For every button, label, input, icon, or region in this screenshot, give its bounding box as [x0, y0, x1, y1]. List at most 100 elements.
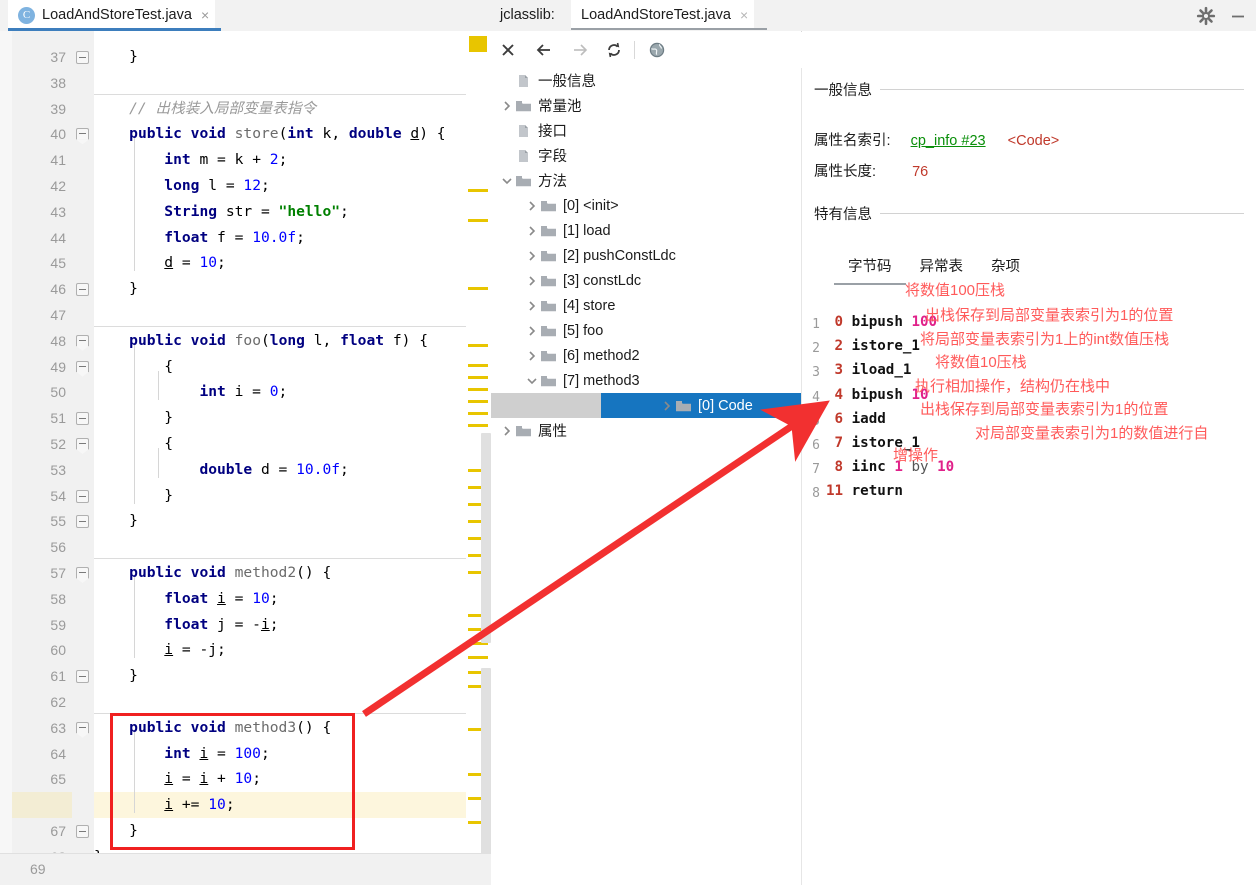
chevron-down-icon[interactable]: [524, 373, 540, 389]
editor-tab-loadandstoretest[interactable]: C LoadAndStoreTest.java ×: [8, 0, 216, 30]
fold-toggle[interactable]: [76, 283, 89, 297]
fold-toggle[interactable]: [76, 128, 89, 140]
tree-item--[interactable]: 一般信息: [491, 68, 801, 93]
general-info-section-header: 一般信息: [814, 79, 1244, 100]
bytecode-instruction[interactable]: 2 istore_1: [826, 339, 920, 353]
tree-item-label: [3] constLdc: [563, 272, 642, 289]
warning-marker[interactable]: [468, 189, 488, 192]
editor-scrollbar-thumb[interactable]: [481, 433, 491, 643]
tree-item--[interactable]: 属性: [491, 418, 801, 443]
chevron-down-icon[interactable]: [499, 173, 515, 189]
code-line[interactable]: float f = 10.0f;: [94, 230, 305, 246]
warning-marker[interactable]: [468, 656, 488, 659]
fold-toggle[interactable]: [76, 825, 89, 838]
chevron-right-icon[interactable]: [524, 198, 540, 214]
gear-icon[interactable]: [1196, 6, 1216, 26]
browse-web-icon[interactable]: [646, 39, 668, 61]
fold-toggle[interactable]: [76, 412, 89, 426]
minimize-icon[interactable]: [1228, 6, 1248, 26]
warning-marker[interactable]: [468, 219, 488, 222]
tree-item--3-constldc[interactable]: [3] constLdc: [491, 268, 801, 293]
tree-item--0-code[interactable]: [0] Code: [601, 393, 801, 418]
bytecode-instruction[interactable]: 6 iadd: [826, 412, 886, 426]
close-icon[interactable]: ×: [740, 7, 748, 23]
line-number: 58: [50, 590, 66, 607]
error-marker[interactable]: [469, 36, 487, 52]
code-line[interactable]: public void method2() {: [94, 565, 331, 581]
code-line[interactable]: float i = 10;: [94, 591, 278, 607]
chevron-right-icon[interactable]: [524, 223, 540, 239]
warning-marker[interactable]: [468, 412, 488, 415]
tree-item--[interactable]: 字段: [491, 143, 801, 168]
warning-marker[interactable]: [468, 424, 488, 427]
fold-toggle[interactable]: [76, 721, 89, 733]
chevron-right-icon[interactable]: [524, 323, 540, 339]
code-line[interactable]: }: [94, 49, 138, 65]
line-number: 48: [50, 332, 66, 349]
code-line[interactable]: i = -j;: [94, 643, 226, 658]
code-line[interactable]: public void store(int k, double d) {: [94, 127, 445, 142]
code-line[interactable]: d = 10;: [94, 256, 226, 271]
tree-item--5-foo[interactable]: [5] foo: [491, 318, 801, 343]
code-line[interactable]: double d = 10.0f;: [94, 462, 348, 478]
fold-toggle[interactable]: [76, 567, 89, 578]
code-line[interactable]: float j = -i;: [94, 617, 278, 633]
warning-marker[interactable]: [468, 364, 488, 367]
indent-guide: [158, 370, 159, 401]
fold-toggle[interactable]: [76, 670, 89, 684]
reload-icon[interactable]: [603, 39, 625, 61]
bytecode-instruction[interactable]: 3 iload_1: [826, 363, 912, 377]
warning-marker[interactable]: [468, 344, 488, 347]
line-number: 62: [50, 694, 66, 710]
tool-tab-loadandstoretest[interactable]: LoadAndStoreTest.java ×: [571, 0, 755, 30]
tree-item--6-method2[interactable]: [6] method2: [491, 343, 801, 368]
code-line[interactable]: }: [94, 514, 138, 529]
class-structure-tree[interactable]: 一般信息 常量池 接口 字段 方法 [0] <init> [1] load [2] pushC…: [491, 68, 802, 885]
chevron-right-icon[interactable]: [499, 423, 515, 439]
code-line[interactable]: int i = 0;: [94, 385, 287, 400]
warning-marker[interactable]: [468, 376, 488, 379]
chevron-right-icon[interactable]: [659, 398, 675, 414]
warning-marker[interactable]: [468, 400, 488, 403]
tree-item--4-store[interactable]: [4] store: [491, 293, 801, 318]
cp-info-link[interactable]: cp_info #23: [911, 133, 986, 149]
fold-toggle[interactable]: [76, 360, 89, 372]
tree-item--[interactable]: 接口: [491, 118, 801, 143]
code-line[interactable]: String str = "hello";: [94, 204, 349, 220]
code-line[interactable]: }: [94, 282, 138, 297]
fold-toggle[interactable]: [76, 51, 89, 64]
close-icon[interactable]: ×: [201, 8, 209, 22]
bytecode-row-number: 1: [812, 317, 820, 332]
detail-tab-0[interactable]: 字节码: [834, 251, 906, 285]
code-line[interactable]: }: [94, 669, 138, 684]
chevron-right-icon[interactable]: [524, 348, 540, 364]
tree-item--[interactable]: 常量池: [491, 93, 801, 118]
tree-item-label: [0] Code: [698, 397, 753, 414]
bytecode-instruction[interactable]: 11 return: [826, 484, 903, 498]
line-number: 40: [50, 126, 66, 143]
warning-marker[interactable]: [468, 287, 488, 290]
code-line[interactable]: int m = k + 2;: [94, 152, 287, 168]
tree-item--0-init-[interactable]: [0] <init>: [491, 193, 801, 218]
tree-item--1-load[interactable]: [1] load: [491, 218, 801, 243]
bytecode-instruction[interactable]: 4 bipush 10: [826, 387, 929, 402]
close-icon[interactable]: [497, 39, 519, 61]
fold-toggle[interactable]: [76, 489, 89, 503]
tree-item--7-method3[interactable]: [7] method3: [491, 368, 801, 393]
fold-toggle[interactable]: [76, 334, 89, 346]
chevron-right-icon[interactable]: [499, 98, 515, 114]
code-line[interactable]: long l = 12;: [94, 178, 269, 194]
code-folding-column[interactable]: [72, 31, 95, 885]
tree-item--[interactable]: 方法: [491, 168, 801, 193]
warning-marker[interactable]: [468, 388, 488, 391]
code-line[interactable]: public void foo(long l, float f) {: [94, 333, 428, 349]
bytecode-row-number: 8: [812, 486, 820, 502]
back-arrow-icon[interactable]: [533, 39, 555, 61]
tree-item--2-pushconstldc[interactable]: [2] pushConstLdc: [491, 243, 801, 268]
fold-toggle[interactable]: [76, 438, 89, 449]
fold-toggle[interactable]: [76, 515, 89, 529]
chevron-right-icon[interactable]: [524, 248, 540, 264]
chevron-right-icon[interactable]: [524, 298, 540, 314]
code-line[interactable]: // 出栈装入局部变量表指令: [94, 101, 316, 117]
chevron-right-icon[interactable]: [524, 273, 540, 289]
